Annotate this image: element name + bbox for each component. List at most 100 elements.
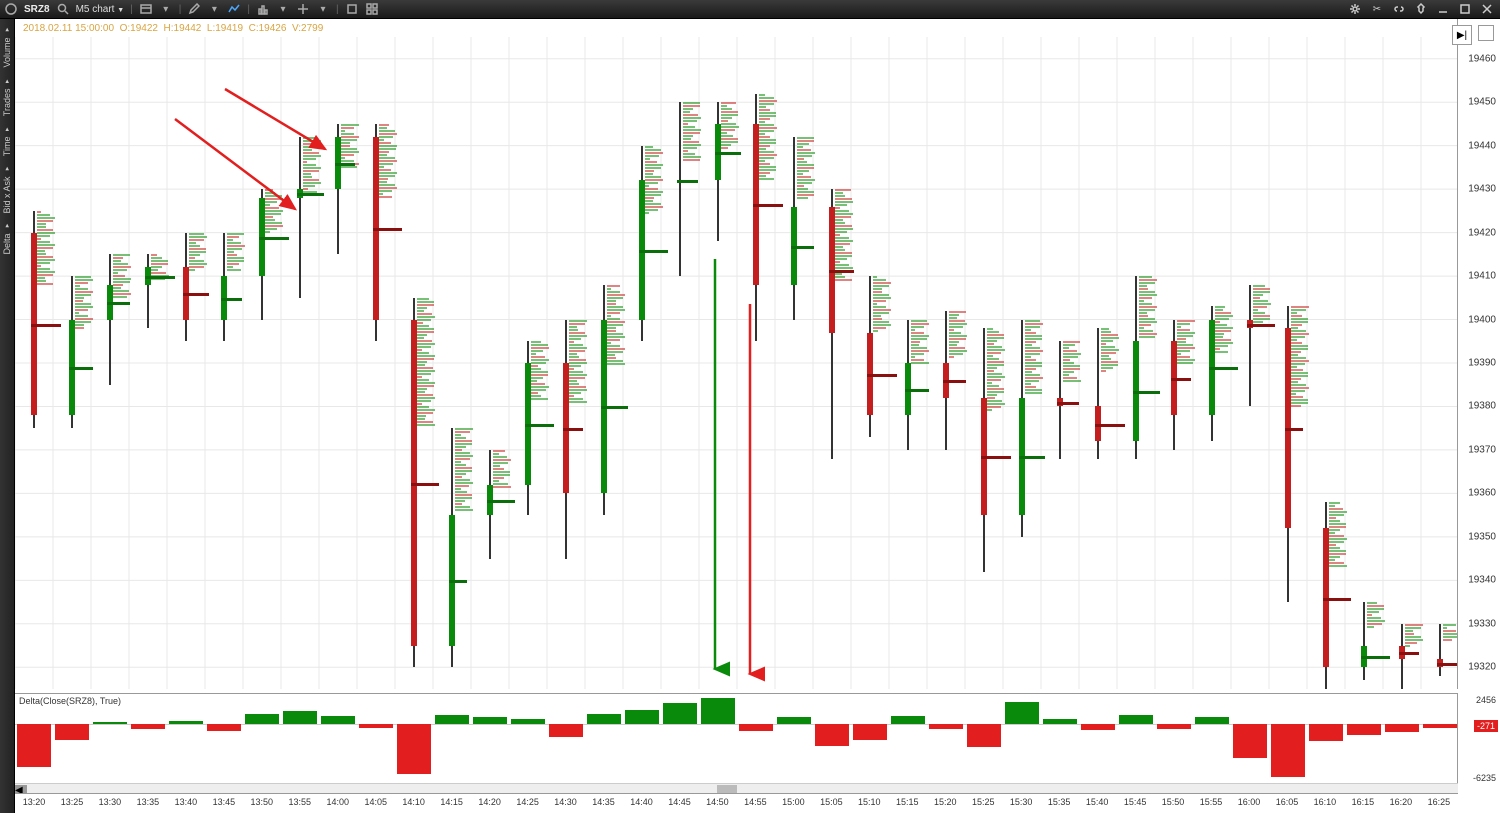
time-tick: 16:15	[1344, 794, 1382, 813]
delta-bar	[587, 714, 621, 724]
panel-icon[interactable]	[139, 2, 153, 16]
dropdown-icon[interactable]: ▾	[276, 2, 290, 16]
delta-bar	[131, 724, 165, 729]
delta-bar	[777, 717, 811, 724]
time-tick: 15:35	[1040, 794, 1078, 813]
chart-area[interactable]: 2018.02.11 15:00:00 O:19422 H:19442 L:19…	[15, 19, 1500, 813]
time-tick: 15:30	[1002, 794, 1040, 813]
scroll-thumb-left[interactable]: ◀	[15, 785, 27, 793]
indicator-bar-icon[interactable]	[256, 2, 270, 16]
time-tick: 13:20	[15, 794, 53, 813]
delta-current-badge: -271	[1474, 720, 1498, 732]
annotation-arrow-red-down	[740, 304, 760, 687]
time-tick: 14:55	[736, 794, 774, 813]
dropdown-icon[interactable]: ▾	[207, 2, 221, 16]
price-tick: 19370	[1468, 444, 1496, 455]
window-tool-icon[interactable]	[345, 2, 359, 16]
minimize-icon[interactable]	[1434, 2, 1452, 16]
time-tick: 14:10	[395, 794, 433, 813]
indicator-line-icon[interactable]	[227, 2, 241, 16]
scroll-handle[interactable]	[717, 785, 737, 793]
timeframe-label[interactable]: M5 chart ▼	[76, 4, 125, 15]
side-tab-strip: Volume ▸ Trades ▸ Time ▸ Bid x Ask ▸ Del…	[0, 19, 15, 813]
time-axis[interactable]: 13:2013:2513:3013:3513:4013:4513:5013:55…	[15, 793, 1458, 813]
price-tick: 19340	[1468, 575, 1496, 586]
price-tick: 19350	[1468, 531, 1496, 542]
side-tab-bidask[interactable]: Bid x Ask ▸	[1, 162, 13, 218]
delta-bar	[739, 724, 773, 731]
crosshair-icon[interactable]	[296, 2, 310, 16]
ohlc-readout: 2018.02.11 15:00:00 O:19422 H:19442 L:19…	[23, 23, 323, 34]
time-tick: 15:45	[1116, 794, 1154, 813]
delta-bar	[1347, 724, 1381, 735]
search-icon[interactable]	[56, 2, 70, 16]
annotation-arrow-red-2	[225, 89, 345, 172]
time-tick: 15:55	[1192, 794, 1230, 813]
annotation-arrow-green-down	[705, 259, 725, 682]
delta-tick-low: -6235	[1473, 773, 1496, 783]
price-tick: 19450	[1468, 97, 1496, 108]
time-tick: 15:50	[1154, 794, 1192, 813]
time-tick: 13:45	[205, 794, 243, 813]
pencil-icon[interactable]	[187, 2, 201, 16]
side-tab-volume[interactable]: Volume ▸	[1, 23, 13, 72]
play-forward-button[interactable]: ▶|	[1452, 25, 1472, 45]
delta-bar	[625, 710, 659, 724]
delta-bar	[1309, 724, 1343, 741]
maximize-icon[interactable]	[1456, 2, 1474, 16]
time-tick: 14:05	[357, 794, 395, 813]
dropdown-icon[interactable]: ▾	[159, 2, 173, 16]
time-tick: 16:00	[1230, 794, 1268, 813]
grid-tool-icon[interactable]	[365, 2, 379, 16]
delta-bar	[473, 717, 507, 724]
time-tick: 15:15	[888, 794, 926, 813]
link-icon[interactable]	[1390, 2, 1408, 16]
delta-bar	[1195, 717, 1229, 724]
delta-bar	[701, 698, 735, 724]
price-tick: 19400	[1468, 314, 1496, 325]
expand-icon[interactable]	[1478, 25, 1494, 41]
delta-label: Delta(Close(SRZ8), True)	[19, 696, 121, 706]
delta-tick-high: 2456	[1476, 695, 1496, 705]
delta-bar	[1271, 724, 1305, 777]
delta-bar	[321, 716, 355, 724]
delta-bar	[1233, 724, 1267, 758]
side-tab-time[interactable]: Time ▸	[1, 122, 13, 160]
dropdown-icon[interactable]: ▾	[316, 2, 330, 16]
settings-icon[interactable]	[1346, 2, 1364, 16]
delta-bar	[207, 724, 241, 731]
delta-bar	[511, 719, 545, 724]
delta-bar	[17, 724, 51, 767]
app-logo-icon	[4, 2, 18, 16]
symbol-label: SRZ8	[24, 4, 50, 15]
time-tick: 13:55	[281, 794, 319, 813]
time-tick: 13:30	[91, 794, 129, 813]
delta-bar	[929, 724, 963, 729]
price-axis[interactable]: 1932019330193401935019360193701938019390…	[1457, 19, 1500, 689]
time-tick: 16:10	[1306, 794, 1344, 813]
time-tick: 15:00	[774, 794, 812, 813]
cut-icon[interactable]: ✂	[1368, 2, 1386, 16]
side-tab-trades[interactable]: Trades ▸	[1, 74, 13, 120]
delta-bar	[1385, 724, 1419, 732]
delta-bar	[245, 714, 279, 724]
time-tick: 13:35	[129, 794, 167, 813]
pin-icon[interactable]	[1412, 2, 1430, 16]
delta-bar	[815, 724, 849, 746]
delta-bar	[891, 716, 925, 724]
delta-bar	[663, 703, 697, 724]
time-tick: 16:20	[1382, 794, 1420, 813]
delta-bar	[1005, 702, 1039, 724]
time-tick: 14:00	[319, 794, 357, 813]
time-tick: 14:30	[547, 794, 585, 813]
time-tick: 15:20	[926, 794, 964, 813]
side-tab-delta[interactable]: Delta ▸	[1, 219, 13, 259]
time-tick: 14:25	[509, 794, 547, 813]
time-tick: 15:05	[812, 794, 850, 813]
time-tick: 16:25	[1420, 794, 1458, 813]
delta-axis[interactable]: 2456 -271 -6235	[1457, 694, 1500, 784]
time-tick: 14:35	[585, 794, 623, 813]
price-tick: 19390	[1468, 358, 1496, 369]
title-bar: SRZ8 M5 chart ▼ | ▾ | ▾ | ▾ ▾ | ✂	[0, 0, 1500, 19]
close-icon[interactable]	[1478, 2, 1496, 16]
